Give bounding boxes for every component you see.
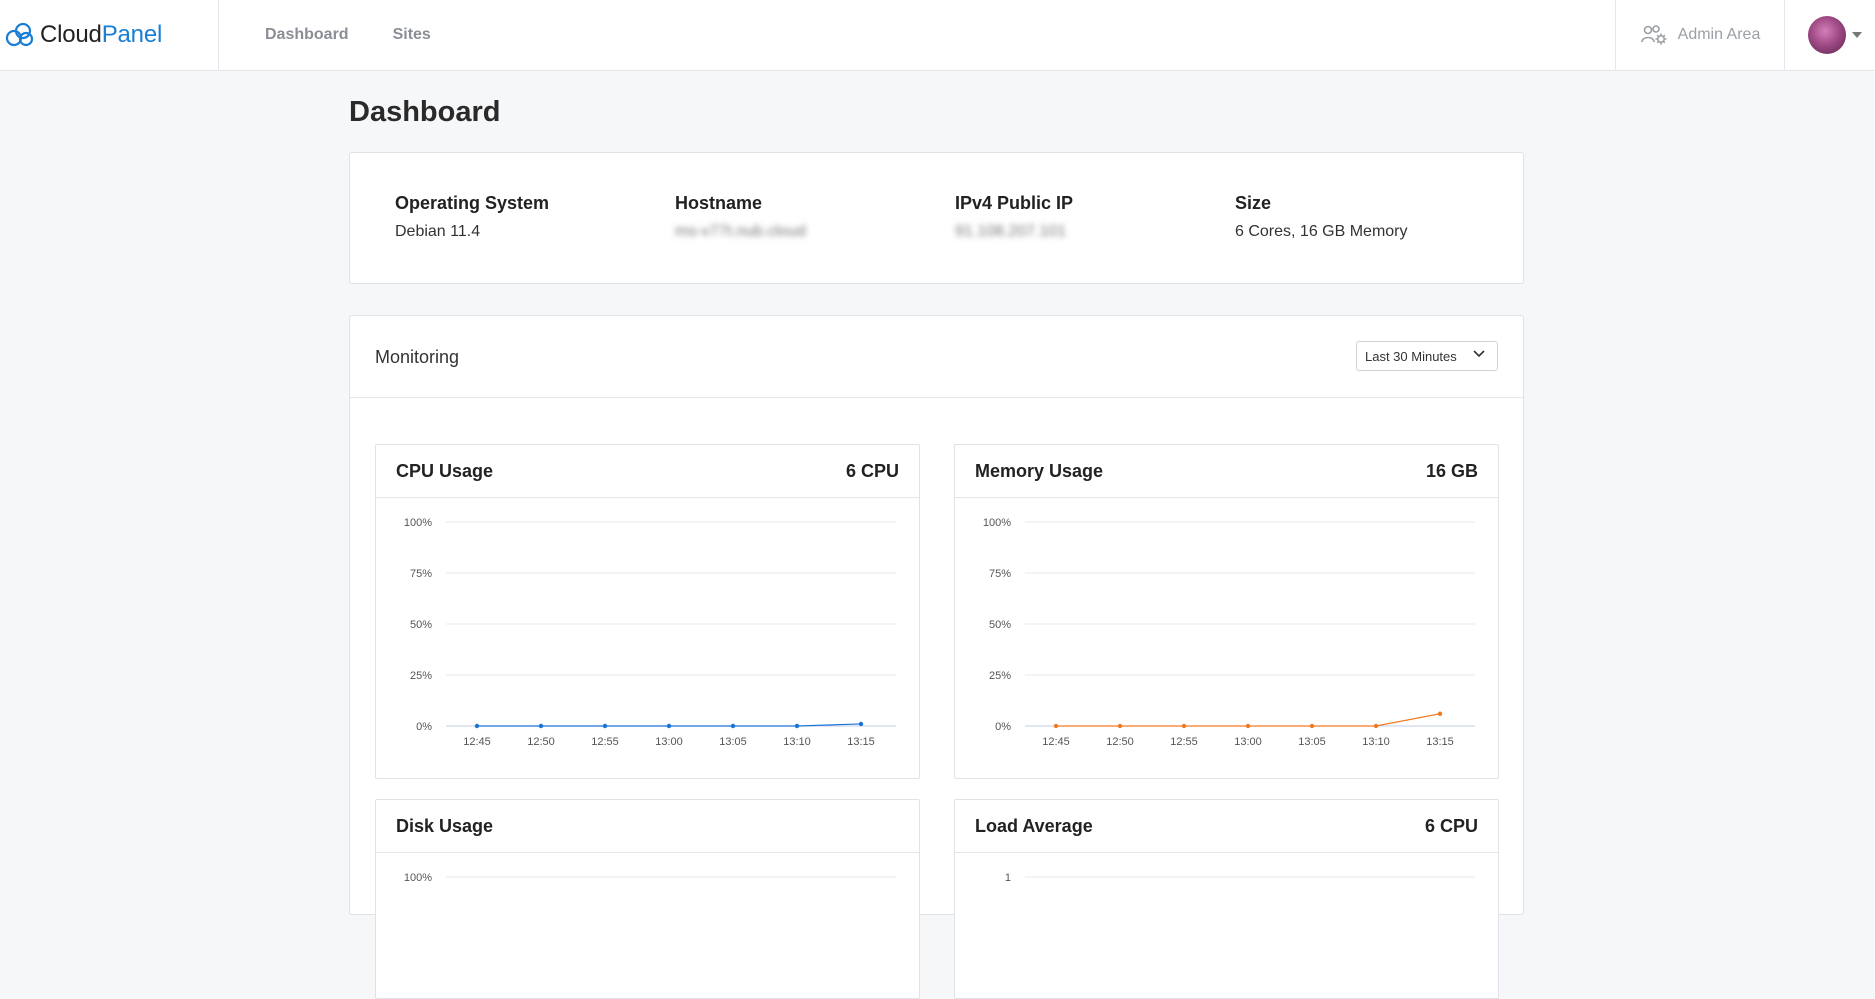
server-info-card: Operating System Debian 11.4 Hostname ms… (349, 152, 1524, 284)
y-tick-label: 50% (410, 619, 432, 631)
ip-value: 91.108.207.101 (955, 223, 1067, 240)
x-tick-label: 13:00 (1234, 736, 1262, 748)
ip-label: IPv4 Public IP (955, 193, 1074, 213)
user-menu[interactable] (1808, 16, 1862, 54)
data-point[interactable] (1437, 711, 1443, 716)
y-tick-label: 25% (410, 670, 432, 682)
x-tick-label: 13:10 (783, 736, 811, 748)
cpu-usage-card: CPU Usage 6 CPU 100% 75% 50% 25% 0% 12:45 12:5… (375, 444, 920, 779)
x-tick-label: 13:05 (719, 736, 747, 748)
brand-name-part2: Panel (101, 21, 163, 48)
data-point[interactable] (602, 723, 608, 729)
cpu-count-badge: 6 CPU (845, 461, 899, 481)
x-tick-label: 12:45 (1042, 736, 1070, 748)
memory-usage-title: Memory Usage (975, 461, 1104, 481)
data-point[interactable] (1373, 723, 1379, 729)
chevron-down-icon (1473, 350, 1485, 358)
y-tick-label: 25% (989, 670, 1011, 682)
nav-sites[interactable]: Sites (393, 26, 431, 44)
data-point[interactable] (794, 723, 800, 729)
y-tick-label: 100% (983, 517, 1011, 529)
data-point[interactable] (1053, 723, 1059, 729)
load-average-header: Load Average 6 CPU (955, 800, 1498, 853)
time-range-value: Last 30 Minutes (1365, 348, 1457, 364)
ip-info: IPv4 Public IP 91.108.207.101 (955, 193, 1073, 241)
size-value: 6 Cores, 16 GB Memory (1235, 223, 1408, 240)
os-label: Operating System (395, 193, 550, 213)
caret-down-icon (1852, 32, 1862, 38)
load-cpu-badge: 6 CPU (1424, 816, 1478, 836)
y-tick-label: 75% (410, 568, 432, 580)
disk-usage-header: Disk Usage (376, 800, 919, 853)
memory-usage-header: Memory Usage 16 GB (955, 445, 1498, 498)
x-tick-label: 12:45 (463, 736, 491, 748)
brand-name-part1: Cloud (40, 21, 102, 48)
y-tick-label: 75% (989, 568, 1011, 580)
top-navbar: CloudPanel Dashboard Sites Admin Area (0, 0, 1875, 71)
cpu-usage-title: CPU Usage (396, 461, 494, 481)
x-tick-label: 12:55 (591, 736, 619, 748)
disk-usage-title: Disk Usage (396, 816, 494, 836)
admin-area-button[interactable]: Admin Area (1615, 0, 1785, 70)
admin-area-label: Admin Area (1677, 26, 1761, 43)
os-value: Debian 11.4 (395, 223, 481, 240)
y-tick-label: 0% (416, 721, 432, 733)
y-tick-label: 100% (404, 517, 432, 529)
memory-usage-card: Memory Usage 16 GB 100% 75% 50% 25% 0% 12:45 1… (954, 444, 1499, 779)
main-nav: Dashboard Sites (265, 0, 431, 70)
users-gear-icon (1640, 25, 1667, 45)
hostname-value: ms-v77t.nub.cloud (675, 223, 806, 240)
data-point[interactable] (474, 723, 480, 729)
x-tick-label: 12:55 (1170, 736, 1198, 748)
x-tick-label: 13:15 (847, 736, 875, 748)
x-tick-label: 13:00 (655, 736, 683, 748)
monitoring-title: Monitoring (375, 347, 460, 367)
data-point[interactable] (538, 723, 544, 729)
cpu-usage-chart: 100% 75% 50% 25% 0% 12:45 12:50 12:55 13:00 13:05… (404, 517, 896, 748)
data-point[interactable] (1117, 723, 1123, 729)
data-point[interactable] (666, 723, 672, 729)
hostname-info: Hostname ms-v77t.nub.cloud (675, 193, 806, 241)
data-point[interactable] (1181, 723, 1187, 729)
page-title: Dashboard (349, 96, 501, 128)
size-info: Size 6 Cores, 16 GB Memory (1235, 193, 1408, 241)
data-point[interactable] (1309, 723, 1315, 729)
data-point[interactable] (1245, 723, 1251, 729)
memory-usage-chart: 100% 75% 50% 25% 0% 12:45 12:50 12:55 13:00 13:05… (983, 517, 1475, 748)
x-tick-label: 13:15 (1426, 736, 1454, 748)
cloud-logo-icon (5, 22, 34, 47)
data-point[interactable] (730, 723, 736, 729)
y-tick-label: 1 (1005, 872, 1011, 884)
x-tick-label: 13:05 (1298, 736, 1326, 748)
time-range-select[interactable]: Last 30 Minutes (1356, 341, 1498, 371)
size-label: Size (1235, 193, 1272, 213)
x-tick-label: 12:50 (527, 736, 555, 748)
memory-size-badge: 16 GB (1425, 461, 1478, 481)
data-point[interactable] (858, 721, 864, 727)
monitoring-panel: Monitoring Last 30 Minutes CPU Usage 6 C… (349, 315, 1524, 999)
y-tick-label: 0% (995, 721, 1011, 733)
load-average-chart: 1 (1005, 872, 1475, 884)
nav-dashboard[interactable]: Dashboard (265, 26, 349, 44)
brand-logo[interactable]: CloudPanel (0, 0, 219, 70)
y-tick-label: 50% (989, 619, 1011, 631)
user-avatar[interactable] (1808, 16, 1846, 54)
monitoring-header: Monitoring Last 30 Minutes (350, 316, 1523, 398)
disk-usage-chart: 100% (404, 872, 896, 884)
y-tick-label: 100% (404, 872, 432, 884)
cpu-usage-header: CPU Usage 6 CPU (376, 445, 919, 498)
x-tick-label: 12:50 (1106, 736, 1134, 748)
load-average-card: Load Average 6 CPU 1 (954, 799, 1499, 999)
x-tick-label: 13:10 (1362, 736, 1390, 748)
os-info: Operating System Debian 11.4 (395, 193, 549, 241)
disk-usage-card: Disk Usage 100% (375, 799, 920, 999)
load-average-title: Load Average (975, 816, 1093, 836)
hostname-label: Hostname (675, 193, 763, 213)
brand-name: CloudPanel (40, 21, 162, 49)
